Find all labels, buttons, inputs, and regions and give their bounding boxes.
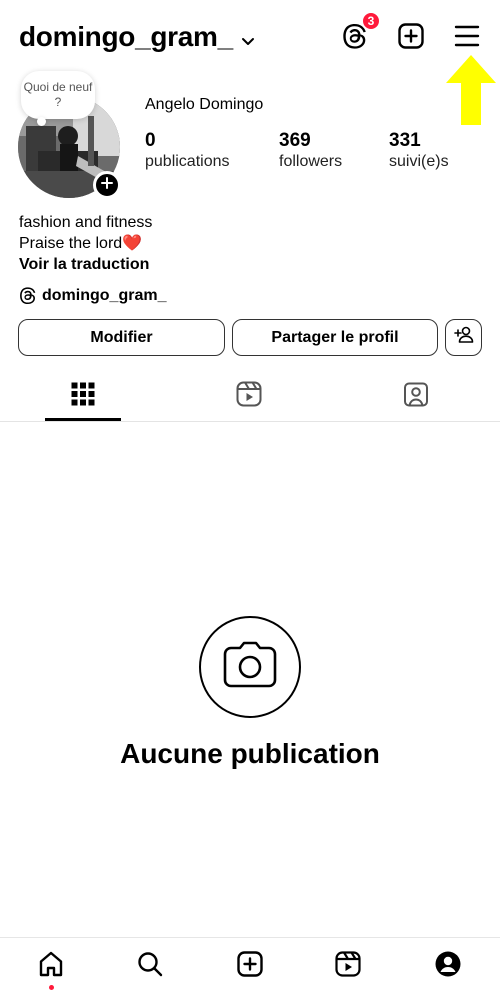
share-profile-button[interactable]: Partager le profil — [232, 319, 438, 356]
full-name: Angelo Domingo — [145, 96, 264, 113]
threads-icon — [20, 287, 36, 305]
bio-line: fashion and fitness — [19, 214, 153, 231]
stat-label: publications — [145, 153, 230, 170]
stat-label: followers — [279, 153, 343, 170]
bottom-navigation — [0, 937, 500, 1001]
highlight-arrow-icon — [444, 53, 498, 132]
add-user-icon — [453, 326, 474, 349]
menu-icon — [453, 23, 481, 54]
reels-icon — [334, 950, 362, 983]
threads-profile-link[interactable]: domingo_gram_ — [19, 286, 166, 305]
discover-people-button[interactable] — [445, 319, 482, 356]
nav-search[interactable] — [134, 950, 166, 982]
username-label: domingo_gram_ — [19, 21, 233, 52]
nav-profile[interactable] — [432, 950, 464, 982]
empty-state: Aucune publication — [0, 616, 500, 770]
plus-icon — [101, 176, 113, 194]
tagged-icon — [402, 380, 430, 413]
camera-circle — [199, 616, 301, 718]
bio: fashion and fitness Praise the lord❤️ Vo… — [19, 212, 152, 275]
note-bubble-tail — [37, 117, 46, 126]
stat-label: suivi(e)s — [389, 153, 449, 170]
tab-tagged[interactable] — [333, 370, 499, 422]
nav-activity-dot — [49, 985, 54, 990]
edit-profile-button[interactable]: Modifier — [18, 319, 225, 356]
camera-icon — [222, 641, 278, 694]
stat-value: 369 — [279, 130, 311, 151]
profile-tabs — [0, 370, 500, 422]
stat-publications[interactable]: 0 publications — [145, 130, 230, 172]
grid-icon — [71, 382, 95, 411]
add-story-button[interactable] — [93, 171, 121, 199]
create-icon — [236, 950, 264, 983]
stat-followers[interactable]: 369 followers — [279, 130, 342, 172]
translate-link[interactable]: Voir la traduction — [19, 254, 152, 275]
bio-line: Praise the lord❤️ — [19, 233, 152, 254]
heart-emoji: ❤️ — [122, 235, 143, 252]
stat-value: 0 — [145, 130, 156, 151]
note-text: Quoi de neuf ? — [23, 80, 93, 109]
tab-posts-grid[interactable] — [0, 370, 166, 422]
profile-icon — [434, 950, 462, 983]
threads-handle: domingo_gram_ — [42, 286, 167, 304]
account-switcher[interactable]: domingo_gram_ — [19, 20, 255, 54]
tab-reels[interactable] — [166, 370, 332, 422]
stat-following[interactable]: 331 suivi(e)s — [389, 130, 449, 172]
stat-value: 331 — [389, 130, 421, 151]
reels-icon — [235, 380, 263, 413]
notification-badge: 3 — [361, 11, 381, 31]
menu-button[interactable] — [453, 24, 481, 52]
note-bubble[interactable]: Quoi de neuf ? — [21, 71, 95, 119]
search-icon — [136, 950, 164, 983]
nav-create[interactable] — [234, 950, 266, 982]
new-post-button[interactable] — [397, 22, 425, 55]
empty-state-title: Aucune publication — [120, 738, 380, 769]
nav-reels[interactable] — [332, 950, 364, 982]
active-tab-indicator — [45, 418, 121, 421]
top-bar: domingo_gram_ 3 — [0, 0, 500, 125]
nav-home[interactable] — [35, 950, 67, 982]
new-post-icon — [397, 22, 425, 55]
chevron-down-icon — [241, 22, 255, 54]
bio-text: Praise the lord — [19, 235, 123, 252]
home-icon — [37, 950, 65, 983]
